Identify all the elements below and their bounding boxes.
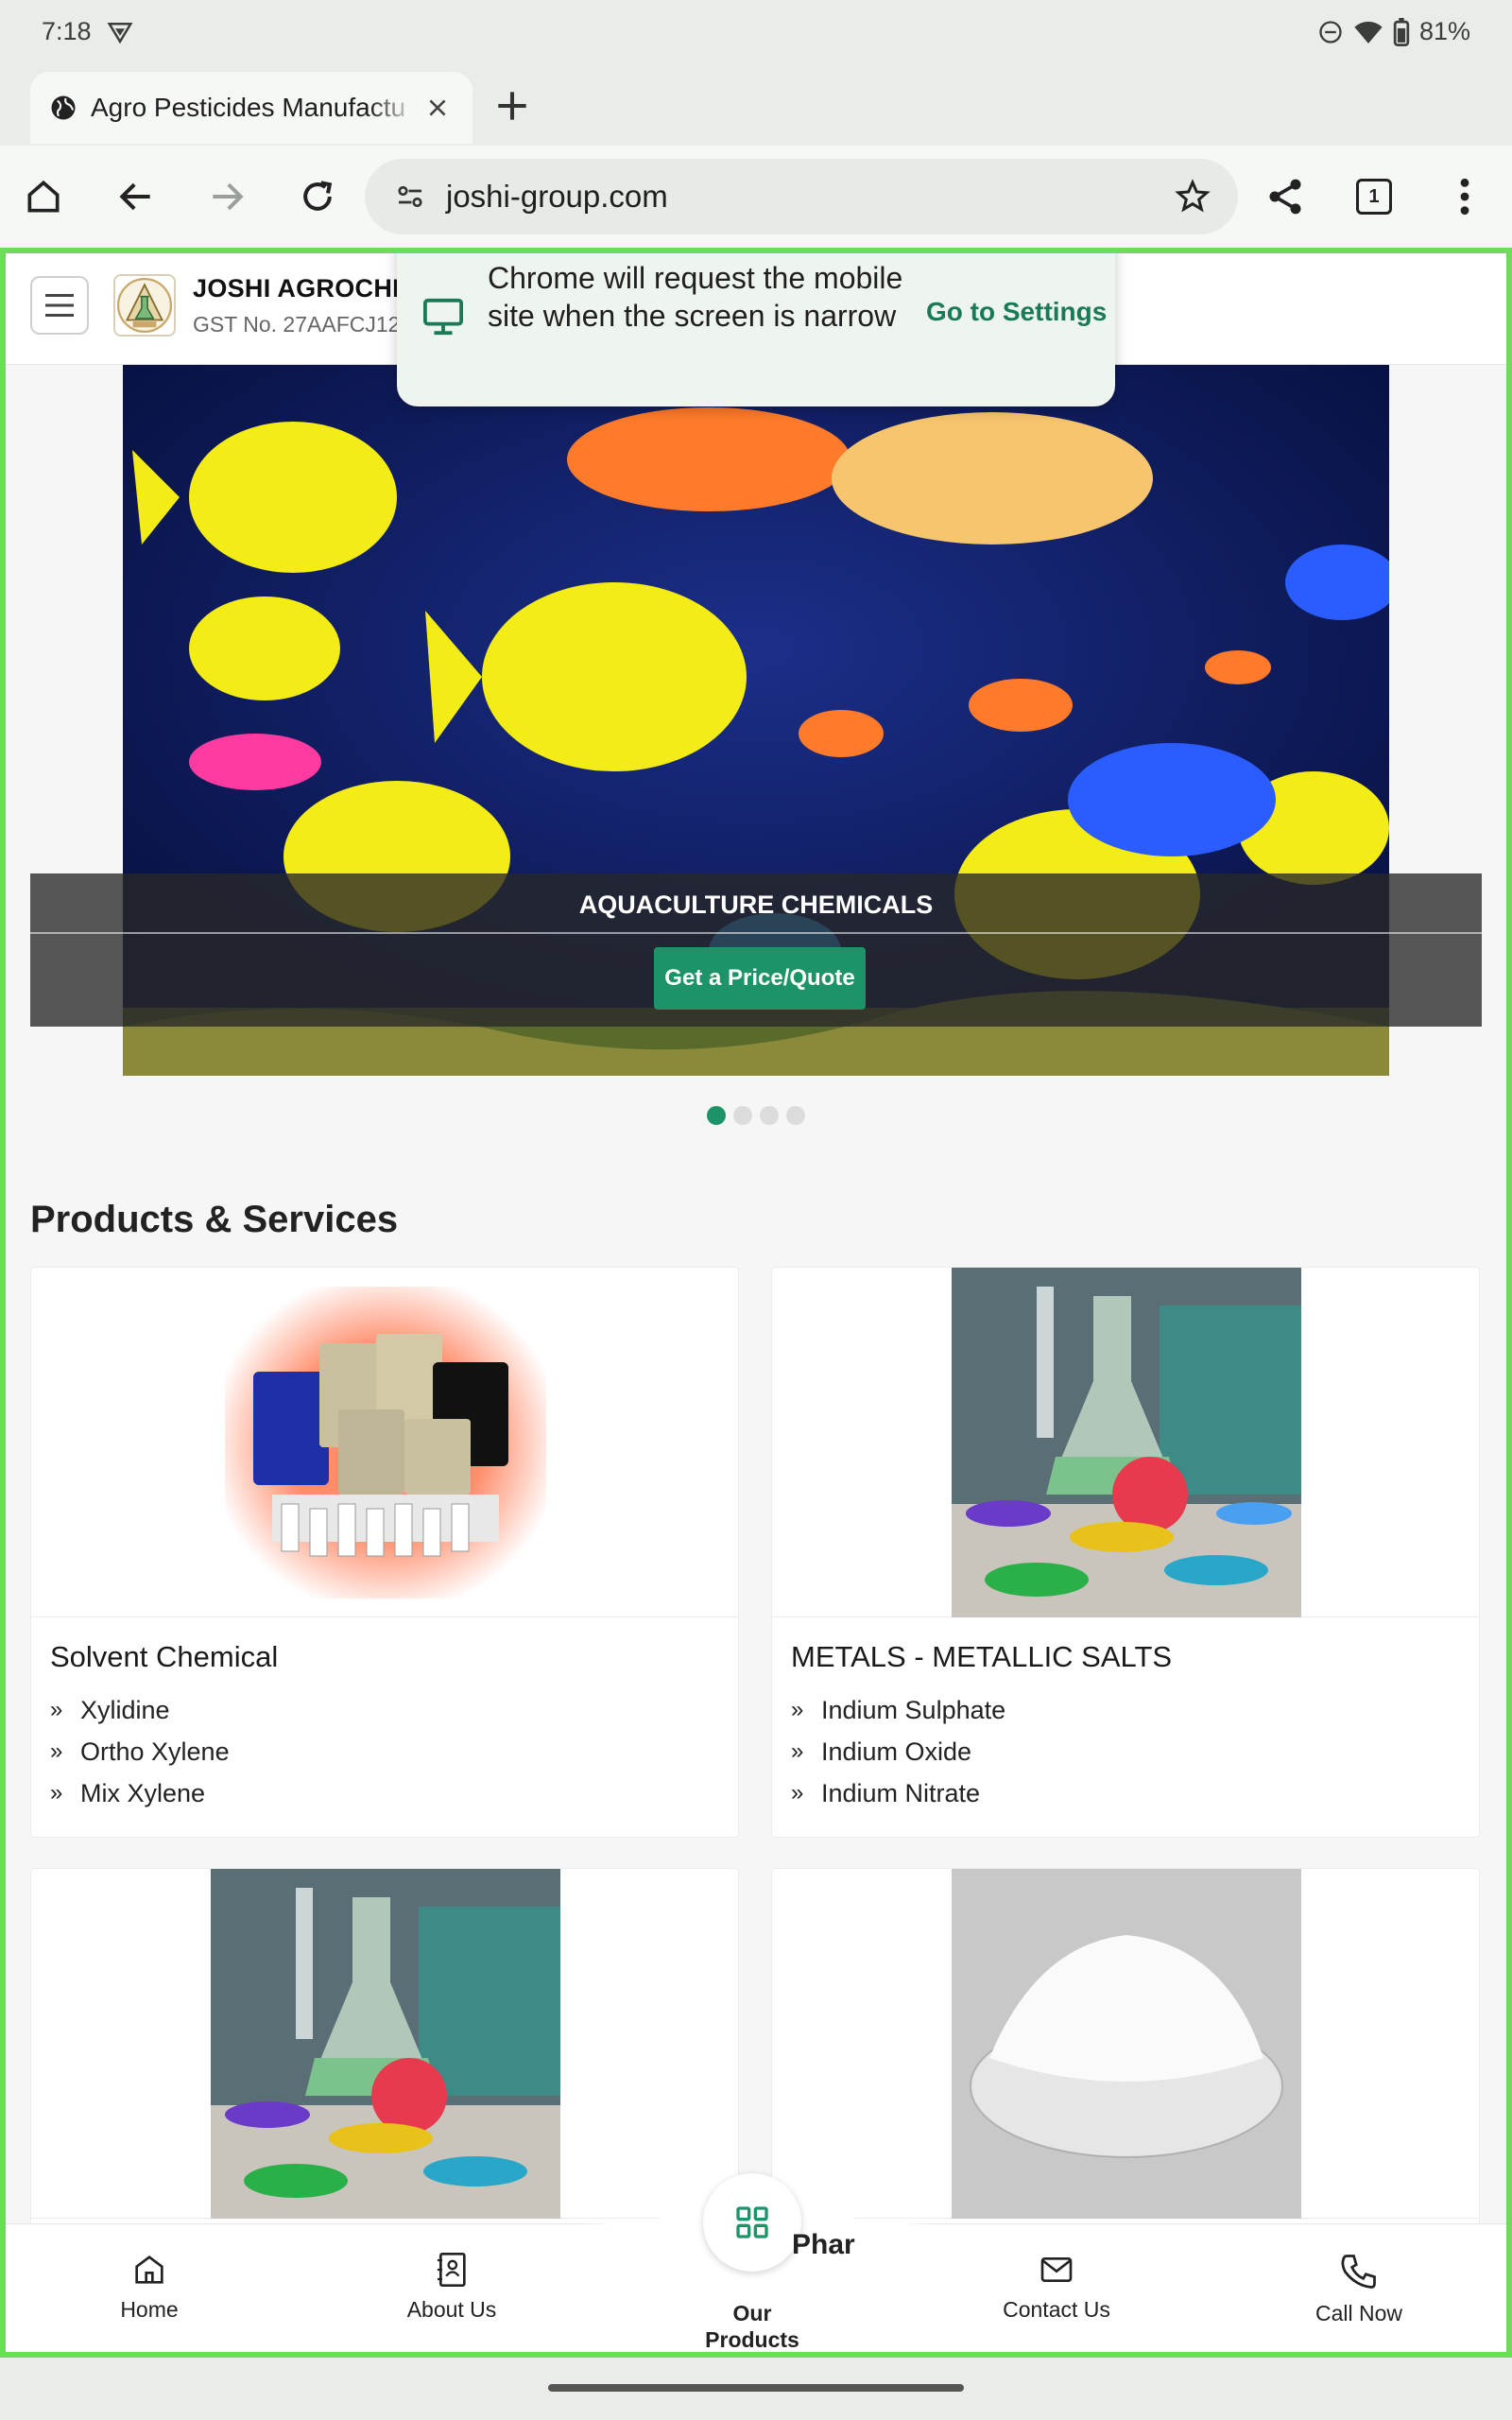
product-image[interactable] [772,1869,1479,2219]
bookmark-star-icon[interactable] [1174,178,1211,216]
reload-button[interactable] [291,170,344,223]
nav-about-us[interactable]: About Us [357,2251,546,2323]
product-image[interactable] [31,1268,738,1617]
home-button[interactable] [17,170,70,223]
gst-number: GST No. 27AAFCJ12 [193,312,401,337]
new-tab-button[interactable] [491,85,533,127]
close-icon[interactable] [425,95,450,120]
nav-label: Call Now [1314,2301,1403,2325]
product-category-name[interactable]: METALS - METALLIC SALTS [791,1640,1172,1674]
address-bar[interactable]: joshi-group.com [365,159,1238,234]
section-title: Products & Services [30,1199,399,1240]
nav-contact-us[interactable]: Contact Us [962,2251,1151,2323]
tab-switcher-button[interactable]: 1 [1348,170,1400,223]
forward-button[interactable] [200,170,253,223]
list-item[interactable]: » Xylidine [50,1689,230,1731]
nav-label-line: Products [705,2327,799,2352]
desktop-monitor-icon [421,297,465,337]
get-quote-button[interactable]: Get a Price/Quote [654,947,866,1010]
product-name: Indium Nitrate [821,1778,981,1807]
product-name: Mix Xylene [80,1778,206,1807]
product-category-name[interactable]: Solvent Chemical [50,1640,278,1674]
tab-strip: Agro Pesticides Manufactu [0,68,1512,146]
banner-caption-band: AQUACULTURE CHEMICALS Get a Price/Quote [30,873,1482,1027]
nav-label: Contact Us [1003,2297,1110,2322]
carousel-dot[interactable] [733,1106,752,1125]
product-list: » Indium Sulphate » Indium Oxide » Indium N… [791,1689,1005,1814]
company-logo[interactable] [113,274,176,337]
web-page: JOSHI AGROCHE GST No. 27AAFCJ12 Chrome w… [0,248,1512,2358]
contact-book-icon [433,2251,471,2289]
double-chevron-icon: » [791,1697,804,1722]
status-time: 7:18 [42,17,92,45]
status-right: 81% [1317,17,1470,46]
double-chevron-icon: » [791,1780,804,1806]
carousel-dot[interactable] [707,1106,726,1125]
product-card[interactable]: Solvent Chemical » Xylidine » Ortho Xylene… [30,1267,739,1838]
company-name[interactable]: JOSHI AGROCHE [193,274,409,303]
battery-icon [1393,17,1410,46]
home-icon [130,2251,168,2289]
tab-title: Agro Pesticides Manufactu [91,93,406,122]
dnd-icon [1317,19,1344,45]
share-button[interactable] [1259,170,1312,223]
bottom-nav: Home About Us Our Products Contact Us Cal… [6,2173,1506,2353]
product-name: Indium Oxide [821,1737,972,1766]
list-item[interactable]: » Ortho Xylene [50,1731,230,1772]
mail-icon [1038,2251,1075,2289]
carousel-dots [707,1106,805,1125]
browser-toolbar: joshi-group.com 1 [0,146,1512,248]
our-products-fab[interactable] [703,2173,801,2272]
nav-label: Home [120,2297,179,2322]
carousel-dot[interactable] [760,1106,779,1125]
url-text: joshi-group.com [446,179,668,214]
double-chevron-icon: » [50,1738,63,1764]
phone-icon [1338,2251,1380,2292]
list-item[interactable]: » Indium Nitrate [791,1772,1005,1814]
wifi-icon [1353,19,1383,45]
list-item[interactable]: » Indium Oxide [791,1731,1005,1772]
carousel-dot[interactable] [786,1106,805,1125]
status-bar: 7:18 81% [0,0,1512,68]
list-item[interactable]: » Indium Sulphate [791,1689,1005,1731]
nav-home[interactable]: Home [55,2251,244,2323]
banner-caption: AQUACULTURE CHEMICALS [578,890,934,919]
vpn-icon [106,18,134,46]
gesture-bar[interactable] [548,2384,964,2392]
browser-tab[interactable]: Agro Pesticides Manufactu [30,72,472,144]
tab-count: 1 [1356,179,1392,215]
double-chevron-icon: » [791,1738,804,1764]
product-card[interactable]: METALS - METALLIC SALTS » Indium Sulphate… [771,1267,1480,1838]
nav-call-now[interactable]: Call Now [1264,2251,1453,2326]
nav-label-line: Our [732,2301,772,2325]
product-name: Indium Sulphate [821,1695,1006,1724]
product-list: » Xylidine » Ortho Xylene » Mix Xylene [50,1689,230,1814]
product-image[interactable] [31,1869,738,2219]
double-chevron-icon: » [50,1780,63,1806]
menu-button[interactable] [1438,170,1491,223]
nav-label: Our Products [705,2300,799,2353]
hamburger-menu-button[interactable] [30,276,89,335]
battery-level: 81% [1418,17,1470,45]
product-name: Xylidine [80,1695,170,1724]
product-name: Ortho Xylene [80,1737,230,1766]
product-image[interactable] [772,1268,1479,1617]
nav-label: About Us [406,2297,497,2322]
back-button[interactable] [110,170,163,223]
double-chevron-icon: » [50,1697,63,1722]
mobile-site-popup: Chrome will request the mobile site when… [397,253,1115,406]
go-to-settings-button[interactable]: Go to Settings [926,297,1107,327]
globe-icon [49,94,77,122]
site-settings-icon[interactable] [393,180,427,214]
popup-message: Chrome will request the mobile site when… [488,261,903,333]
list-item[interactable]: » Mix Xylene [50,1772,230,1814]
